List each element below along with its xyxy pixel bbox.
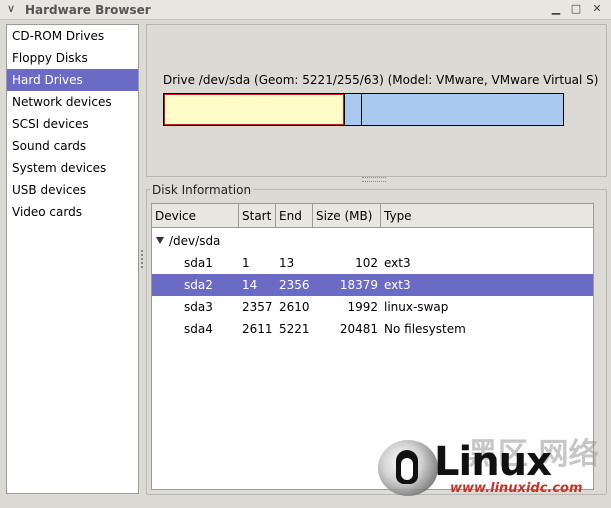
cell-size: 1992 xyxy=(347,300,378,314)
cell-start: 2357 xyxy=(242,300,273,314)
pane-splitter-vertical[interactable] xyxy=(139,248,145,270)
cell-start: 14 xyxy=(242,278,258,292)
root-device-label: /dev/sda xyxy=(169,234,221,248)
cell-device: sda4 xyxy=(184,322,213,336)
cell-device: sda2 xyxy=(184,278,213,292)
category-item-hard-drives[interactable]: Hard Drives xyxy=(7,69,138,91)
title-bar: ∨ Hardware Browser ▁ □ ✕ xyxy=(0,0,611,20)
cell-type: ext3 xyxy=(384,278,411,292)
partition-segment-sda4[interactable] xyxy=(362,94,563,125)
table-row[interactable]: sda3 2357 2610 1992 linux-swap xyxy=(152,296,593,318)
cell-end: 2356 xyxy=(279,278,310,292)
category-item-sound[interactable]: Sound cards xyxy=(7,135,138,157)
tree-row-root[interactable]: /dev/sda xyxy=(152,230,593,252)
window-title: Hardware Browser xyxy=(25,3,151,17)
cell-size: 20481 xyxy=(339,322,378,336)
column-size[interactable]: Size (MB) xyxy=(313,204,381,228)
column-end[interactable]: End xyxy=(276,204,313,228)
partition-segment-sda2[interactable] xyxy=(164,94,344,125)
table-row[interactable]: sda1 1 13 102 ext3 xyxy=(152,252,593,274)
table-header: Device Start End Size (MB) Type xyxy=(152,204,593,228)
window-menu-icon[interactable]: ∨ xyxy=(4,2,18,16)
cell-type: No filesystem xyxy=(384,322,466,336)
cell-size: 102 xyxy=(355,256,378,270)
cell-type: linux-swap xyxy=(384,300,449,314)
category-item-scsi[interactable]: SCSI devices xyxy=(7,113,138,135)
partition-segment-sda3[interactable] xyxy=(344,94,362,125)
cell-end: 2610 xyxy=(279,300,310,314)
pane-splitter-horizontal[interactable] xyxy=(362,177,386,182)
expander-down-icon[interactable] xyxy=(156,237,164,244)
disk-info-label: Disk Information xyxy=(150,183,254,197)
cell-start: 2611 xyxy=(242,322,273,336)
partition-bar xyxy=(163,93,564,126)
partition-table: Device Start End Size (MB) Type /dev/sda… xyxy=(151,203,594,490)
category-list[interactable]: CD-ROM Drives Floppy Disks Hard Drives N… xyxy=(6,24,139,494)
drive-map-panel: Drive /dev/sda (Geom: 5221/255/63) (Mode… xyxy=(146,24,607,177)
cell-device: sda3 xyxy=(184,300,213,314)
minimize-icon[interactable]: ▁ xyxy=(549,2,563,16)
cell-device: sda1 xyxy=(184,256,213,270)
category-item-usb[interactable]: USB devices xyxy=(7,179,138,201)
maximize-icon[interactable]: □ xyxy=(569,2,583,16)
drive-label: Drive /dev/sda (Geom: 5221/255/63) (Mode… xyxy=(163,73,599,87)
close-icon[interactable]: ✕ xyxy=(590,2,604,16)
cell-size: 18379 xyxy=(339,278,378,292)
column-device[interactable]: Device xyxy=(152,204,239,228)
category-item-system[interactable]: System devices xyxy=(7,157,138,179)
category-item-video[interactable]: Video cards xyxy=(7,201,138,223)
cell-type: ext3 xyxy=(384,256,411,270)
category-item-floppy[interactable]: Floppy Disks xyxy=(7,47,138,69)
category-item-cdrom[interactable]: CD-ROM Drives xyxy=(7,25,138,47)
cell-start: 1 xyxy=(242,256,250,270)
table-row[interactable]: sda2 14 2356 18379 ext3 xyxy=(152,274,593,296)
column-type[interactable]: Type xyxy=(381,204,593,228)
cell-end: 13 xyxy=(279,256,295,270)
table-row[interactable]: sda4 2611 5221 20481 No filesystem xyxy=(152,318,593,340)
cell-end: 5221 xyxy=(279,322,310,336)
column-start[interactable]: Start xyxy=(239,204,276,228)
category-item-network[interactable]: Network devices xyxy=(7,91,138,113)
